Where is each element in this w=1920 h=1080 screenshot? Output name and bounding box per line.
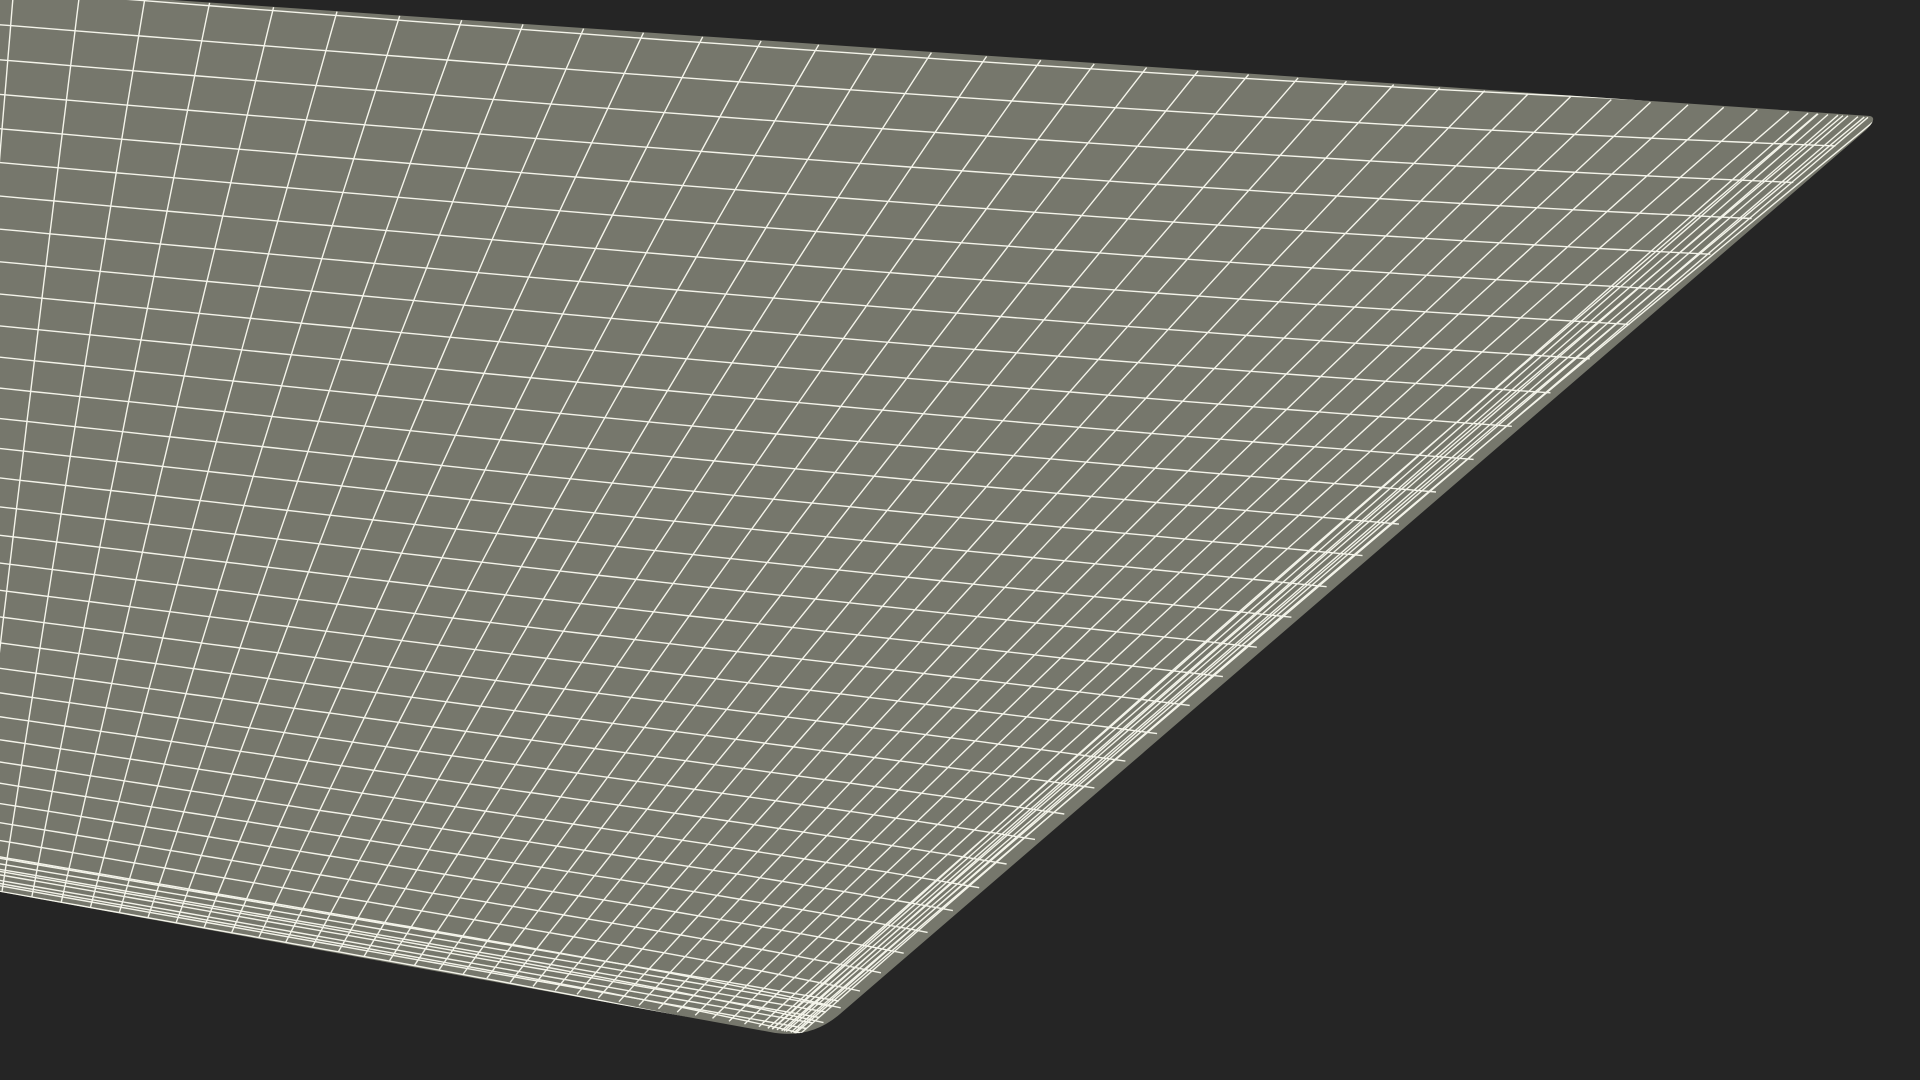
3d-viewport[interactable] [0, 0, 1920, 1080]
wireframe-mesh [0, 0, 1874, 1034]
